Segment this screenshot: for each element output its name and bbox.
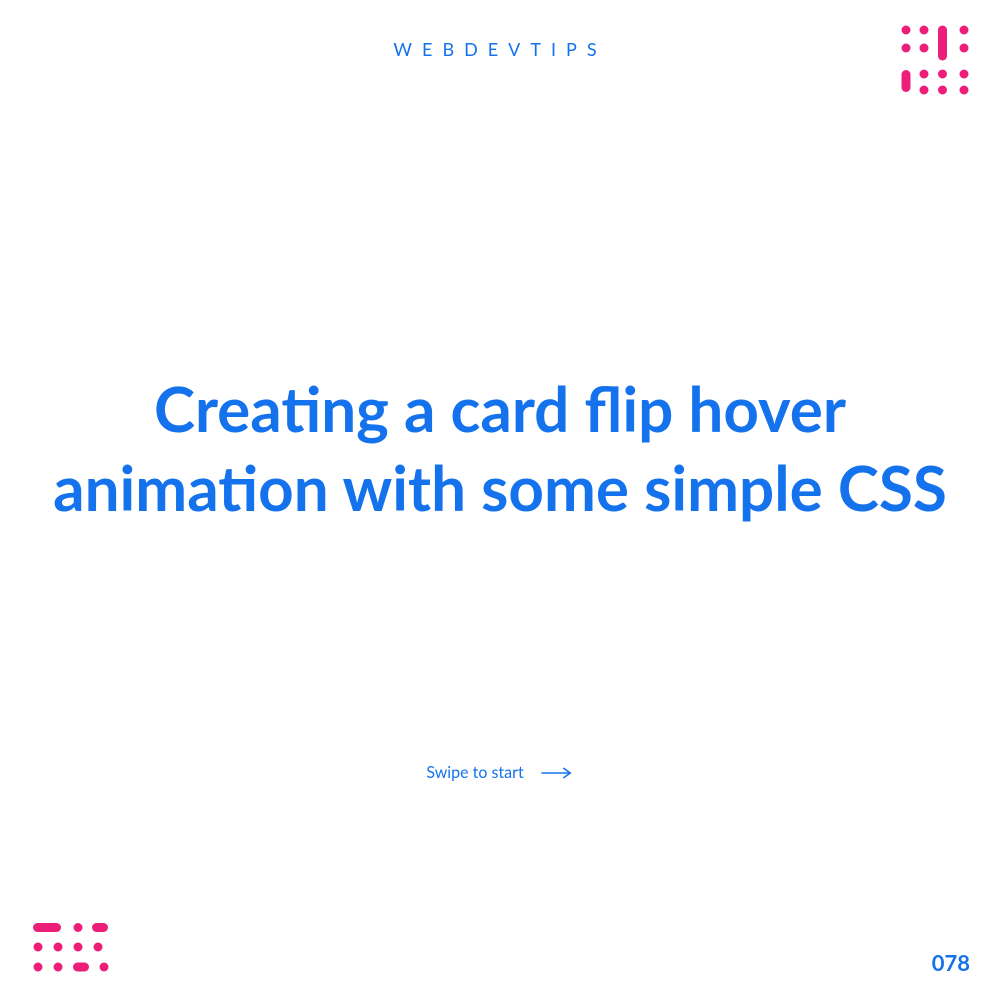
page-title: Creating a card flip hover animation wit… (50, 370, 950, 527)
page-number: 078 (932, 949, 970, 976)
brand-label: WEBDEVTIPS (393, 38, 606, 60)
arrow-right-icon (542, 767, 574, 779)
swipe-to-start[interactable]: Swipe to start (426, 763, 573, 782)
decoration-bottom-left-icon (32, 922, 110, 980)
swipe-label: Swipe to start (426, 763, 523, 782)
decoration-top-right-icon (900, 24, 972, 100)
